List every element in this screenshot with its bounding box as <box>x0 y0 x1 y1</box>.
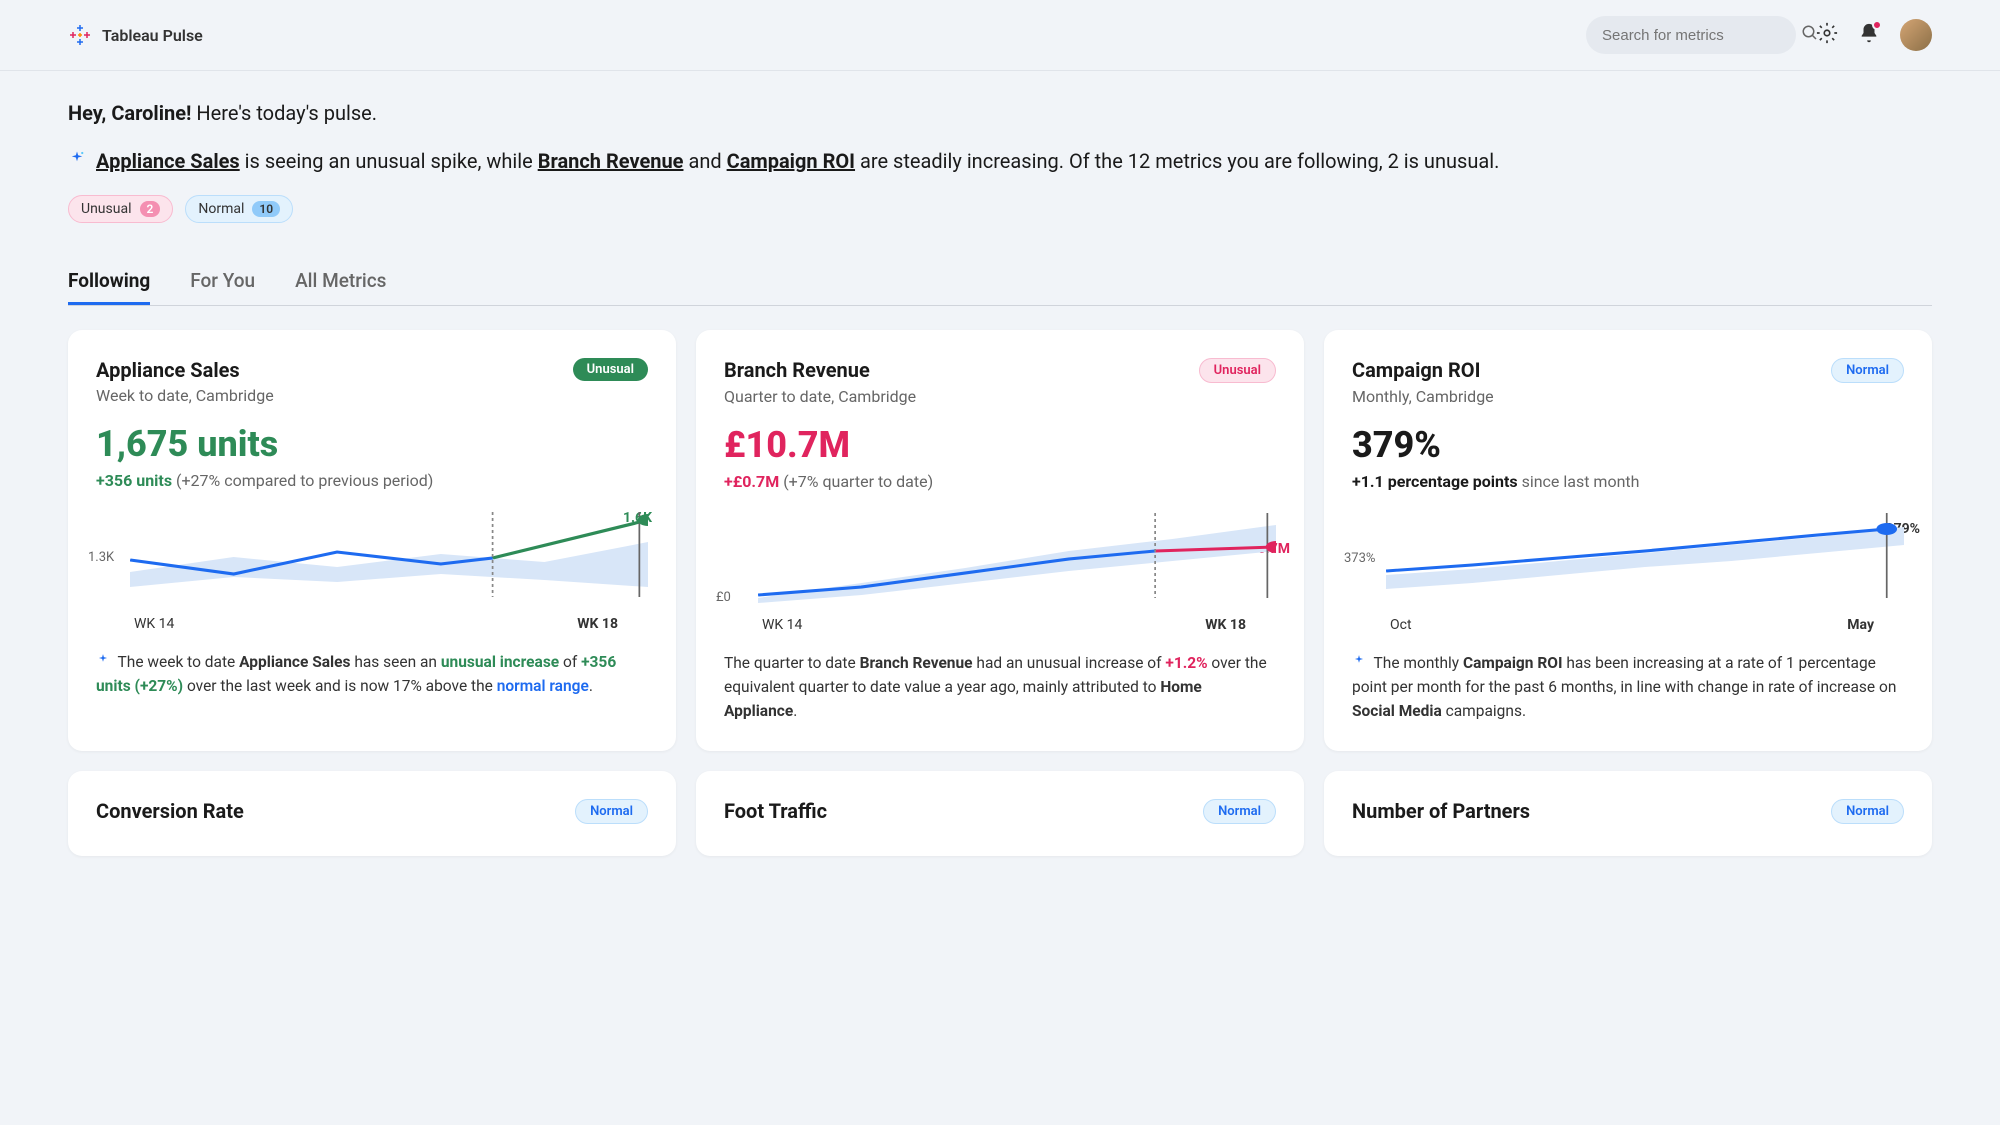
chart: £0 £10.7M <box>724 503 1276 613</box>
status-badge: Normal <box>1831 358 1904 383</box>
chip-unusual[interactable]: Unusual 2 <box>68 195 173 223</box>
status-badge: Normal <box>575 799 648 824</box>
metric-card-campaign-roi[interactable]: Campaign ROI Normal Monthly, Cambridge 3… <box>1324 330 1932 751</box>
y-axis-label: 373% <box>1344 551 1375 566</box>
card-subtitle: Week to date, Cambridge <box>96 386 648 405</box>
card-subtitle: Monthly, Cambridge <box>1352 387 1904 406</box>
summary-metric-2[interactable]: Branch Revenue <box>538 149 684 173</box>
chart: 373% 379% <box>1352 503 1904 613</box>
tableau-logo-icon <box>68 23 92 47</box>
card-title: Number of Partners <box>1352 799 1530 823</box>
tab-for-you[interactable]: For You <box>190 259 255 305</box>
header-actions <box>1586 16 1932 54</box>
x-axis: WK 14 WK 18 <box>724 617 1276 633</box>
cards-grid: Appliance Sales Unusual Week to date, Ca… <box>68 330 1932 856</box>
sparkle-icon <box>68 150 86 168</box>
tab-all-metrics[interactable]: All Metrics <box>295 259 386 305</box>
metric-card-conversion-rate[interactable]: Conversion Rate Normal <box>68 771 676 856</box>
metric-card-appliance-sales[interactable]: Appliance Sales Unusual Week to date, Ca… <box>68 330 676 751</box>
card-title: Appliance Sales <box>96 358 240 382</box>
status-badge: Normal <box>1831 799 1904 824</box>
chart: 1.3K 1.6K <box>96 502 648 612</box>
notifications-button[interactable] <box>1858 22 1880 48</box>
card-title: Foot Traffic <box>724 799 827 823</box>
main-content: Hey, Caroline! Here's today's pulse. App… <box>0 71 2000 886</box>
chip-normal[interactable]: Normal 10 <box>185 195 293 223</box>
filter-chips: Unusual 2 Normal 10 <box>68 195 1932 223</box>
chip-count: 2 <box>140 201 161 217</box>
app-header: Tableau Pulse <box>0 0 2000 71</box>
chip-label: Normal <box>198 201 244 217</box>
greeting: Hey, Caroline! Here's today's pulse. <box>68 101 1932 125</box>
x-axis: WK 14 WK 18 <box>96 616 648 632</box>
metric-card-number-of-partners[interactable]: Number of Partners Normal <box>1324 771 1932 856</box>
x-axis: Oct May <box>1352 617 1904 633</box>
status-badge: Normal <box>1203 799 1276 824</box>
sparkle-icon <box>1352 654 1366 668</box>
greeting-name: Hey, Caroline! <box>68 101 191 125</box>
brand-section: Tableau Pulse <box>68 23 203 47</box>
sparkle-icon <box>96 653 110 667</box>
status-badge: Unusual <box>1199 358 1276 383</box>
card-insight: The week to date Appliance Sales has see… <box>96 650 648 698</box>
card-delta: +£0.7M (+7% quarter to date) <box>724 472 1276 491</box>
search-field[interactable] <box>1602 27 1801 44</box>
card-delta: +356 units (+27% compared to previous pe… <box>96 471 648 490</box>
card-title: Branch Revenue <box>724 358 870 382</box>
card-delta: +1.1 percentage points since last month <box>1352 472 1904 491</box>
summary-insight: Appliance Sales is seeing an unusual spi… <box>68 145 1932 177</box>
chip-count: 10 <box>252 201 280 217</box>
card-value: 1,675 units <box>96 423 648 465</box>
card-value: £10.7M <box>724 424 1276 466</box>
tab-following[interactable]: Following <box>68 259 150 305</box>
card-value: 379% <box>1352 424 1904 466</box>
y-axis-label: 1.3K <box>88 550 114 565</box>
y-axis-label: £0 <box>716 590 731 605</box>
greeting-rest: Here's today's pulse. <box>196 101 377 125</box>
tabs: Following For You All Metrics <box>68 259 1932 306</box>
metric-card-foot-traffic[interactable]: Foot Traffic Normal <box>696 771 1304 856</box>
status-badge: Unusual <box>573 358 648 381</box>
notification-dot <box>1872 20 1882 30</box>
search-input[interactable] <box>1586 16 1796 54</box>
summary-metric-3[interactable]: Campaign ROI <box>727 149 855 173</box>
card-insight: The quarter to date Branch Revenue had a… <box>724 651 1276 723</box>
avatar[interactable] <box>1900 19 1932 51</box>
card-title: Conversion Rate <box>96 799 244 823</box>
card-title: Campaign ROI <box>1352 358 1480 382</box>
card-insight: The monthly Campaign ROI has been increa… <box>1352 651 1904 723</box>
chip-label: Unusual <box>81 201 132 217</box>
brand-name: Tableau Pulse <box>102 26 203 45</box>
metric-card-branch-revenue[interactable]: Branch Revenue Unusual Quarter to date, … <box>696 330 1304 751</box>
summary-metric-1[interactable]: Appliance Sales <box>96 149 240 173</box>
card-subtitle: Quarter to date, Cambridge <box>724 387 1276 406</box>
gear-icon[interactable] <box>1816 22 1838 48</box>
